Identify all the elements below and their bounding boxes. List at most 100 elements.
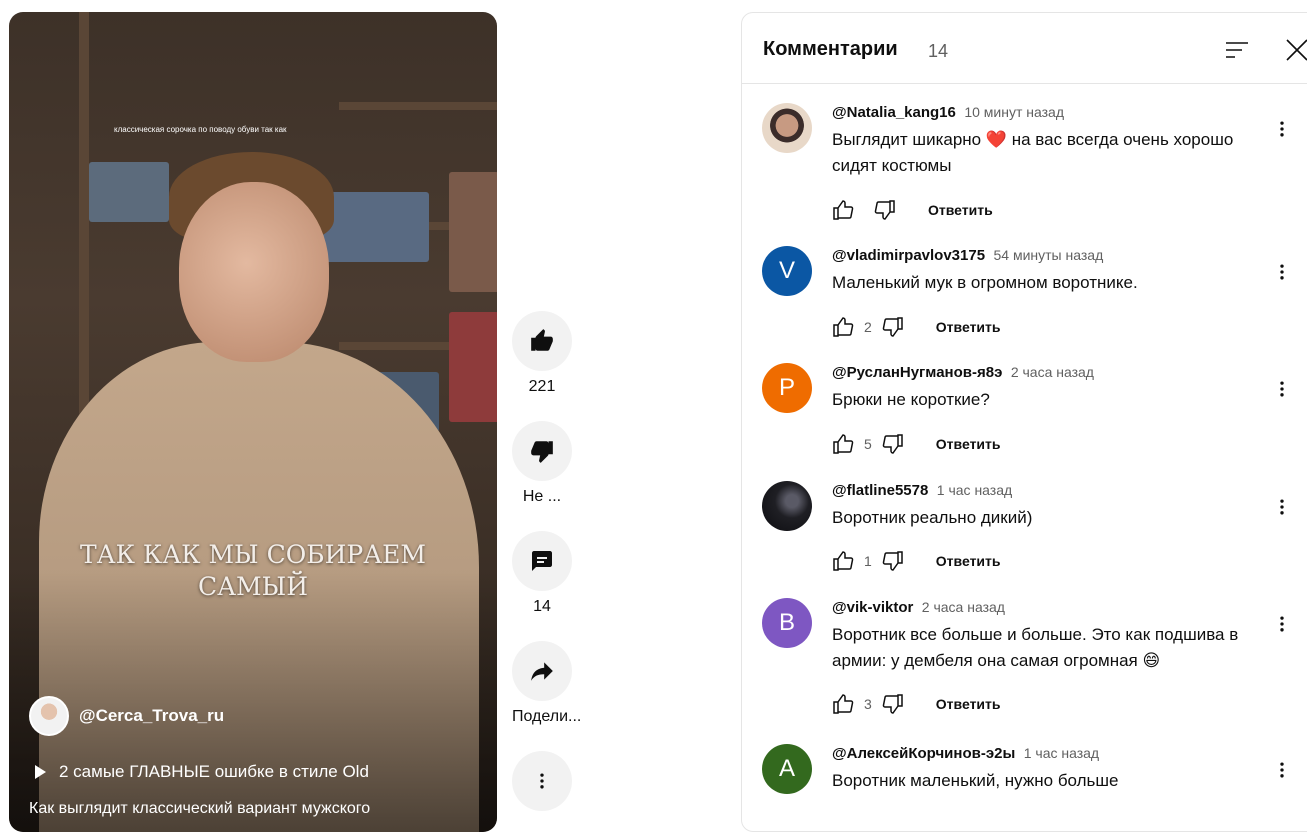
- folded-shirts: [449, 312, 497, 422]
- comment-more-button[interactable]: [1270, 260, 1294, 284]
- channel-name[interactable]: @Cerca_Trova_ru: [79, 706, 224, 726]
- comments-button[interactable]: [512, 531, 572, 591]
- avatar-letter: А: [778, 755, 795, 782]
- comments-header: Комментарии 14: [742, 13, 1307, 84]
- comment-like-button[interactable]: [830, 314, 856, 340]
- thumb-down-outline-icon: [882, 434, 903, 454]
- more-vert-icon: [1280, 762, 1284, 778]
- comment-author[interactable]: @vik-viktor: [832, 599, 913, 616]
- comment-reply-button[interactable]: Ответить: [936, 696, 1001, 712]
- comments-panel: Комментарии 14 @Natalia_kang16 10 минут …: [741, 12, 1307, 832]
- comment-dislike-button[interactable]: [872, 197, 898, 223]
- comments-action: 14: [512, 531, 572, 616]
- thumb-down-outline-icon: [874, 200, 895, 220]
- close-button[interactable]: [1282, 35, 1307, 65]
- like-button[interactable]: [512, 311, 572, 371]
- more-vert-icon: [1280, 381, 1284, 397]
- comment-text: Маленький мук в огромном воротнике.: [832, 273, 1138, 292]
- comment-like-count: 5: [864, 436, 872, 452]
- avatar-letter: V: [778, 257, 795, 284]
- comment-like-button[interactable]: [830, 548, 856, 574]
- comment-time[interactable]: 1 час назад: [937, 482, 1012, 498]
- comment-dislike-button[interactable]: [880, 691, 906, 717]
- playlist-link[interactable]: 2 самые ГЛАВНЫЕ ошибке в стиле Old: [35, 762, 369, 782]
- comment-author[interactable]: @vladimirpavlov3175: [832, 247, 985, 264]
- comment-author[interactable]: @АлексейКорчинов-э2ы: [832, 745, 1015, 762]
- comment-author-avatar[interactable]: [762, 481, 812, 531]
- comment-text: Брюки не короткие?: [832, 390, 990, 409]
- thumb-down-outline-icon: [882, 694, 903, 714]
- more-options-button[interactable]: [512, 751, 572, 811]
- more-vert-icon: [1280, 499, 1284, 515]
- like-action: 221: [512, 311, 572, 396]
- comment-author-avatar[interactable]: Р: [762, 363, 812, 413]
- comment-reply-button[interactable]: Ответить: [936, 319, 1001, 335]
- comment-author[interactable]: @Natalia_kang16: [832, 104, 956, 121]
- folded-shirts: [89, 162, 169, 222]
- background-shelf: [339, 102, 497, 110]
- comment-like-button[interactable]: [830, 197, 856, 223]
- channel-avatar[interactable]: [29, 696, 69, 736]
- dislike-label: Не ...: [522, 488, 562, 505]
- video-description[interactable]: Как выглядит классический вариант мужско…: [29, 800, 370, 818]
- comment-author[interactable]: @РусланНугманов-я8э: [832, 364, 1002, 381]
- shorts-video-player[interactable]: классическая сорочка по поводу обуви так…: [9, 12, 497, 832]
- comment-time[interactable]: 1 час назад: [1024, 745, 1099, 761]
- comment-time[interactable]: 2 часа назад: [922, 599, 1005, 615]
- comment-author-avatar[interactable]: В: [762, 598, 812, 648]
- more-vert-icon: [1280, 121, 1284, 137]
- thumb-up-outline-icon: [833, 317, 854, 337]
- comment-like-button[interactable]: [830, 431, 856, 457]
- person-face: [179, 182, 329, 362]
- comment-author[interactable]: @flatline5578: [832, 482, 928, 499]
- comments-title: Комментарии: [763, 38, 898, 60]
- more-vert-icon: [540, 773, 544, 789]
- comment-more-button[interactable]: [1270, 377, 1294, 401]
- avatar-letter: В: [778, 609, 795, 636]
- comment-dislike-button[interactable]: [880, 431, 906, 457]
- video-overlay-title: ТАК КАК МЫ СОБИРАЕМ САМЫЙ: [79, 540, 427, 601]
- comment-icon: [532, 551, 552, 571]
- avatar-letter: Р: [778, 374, 795, 401]
- thumb-up-icon: [531, 329, 553, 351]
- comment-text: Выглядит шикарно ❤️ на вас всегда очень …: [832, 130, 1234, 175]
- dislike-action: Не ...: [512, 421, 572, 506]
- more-vert-icon: [1280, 616, 1284, 632]
- thumb-down-outline-icon: [882, 317, 903, 337]
- comments-total: 14: [928, 41, 949, 61]
- sort-button[interactable]: [1224, 37, 1250, 63]
- share-button[interactable]: [512, 641, 572, 701]
- comment-like-count: 2: [864, 319, 872, 335]
- comment-author-avatar[interactable]: V: [762, 246, 812, 296]
- comment-text: Воротник все больше и больше. Это как по…: [832, 625, 1239, 670]
- close-icon: [1286, 39, 1307, 61]
- comment-author-avatar[interactable]: А: [762, 744, 812, 794]
- comment-text: Воротник реально дикий): [832, 508, 1033, 527]
- comment-dislike-button[interactable]: [880, 548, 906, 574]
- comment-text: Воротник маленький, нужно больше: [832, 771, 1119, 790]
- comment-like-count: 3: [864, 696, 872, 712]
- thumb-down-outline-icon: [882, 551, 903, 571]
- comment-reply-button[interactable]: Ответить: [936, 436, 1001, 452]
- comment-reply-button[interactable]: Ответить: [928, 202, 993, 218]
- comment-author-avatar[interactable]: [762, 103, 812, 153]
- dislike-button[interactable]: [512, 421, 572, 481]
- more-vert-icon: [1280, 264, 1284, 280]
- thumb-up-outline-icon: [833, 551, 854, 571]
- comment-like-button[interactable]: [830, 691, 856, 717]
- share-icon: [531, 662, 553, 681]
- comment-time[interactable]: 54 минуты назад: [994, 247, 1104, 263]
- playlist-title[interactable]: 2 самые ГЛАВНЫЕ ошибке в стиле Old: [59, 762, 369, 782]
- comment-dislike-button[interactable]: [880, 314, 906, 340]
- comment-more-button[interactable]: [1270, 117, 1294, 141]
- comment-reply-button[interactable]: Ответить: [936, 553, 1001, 569]
- comment-time[interactable]: 2 часа назад: [1011, 364, 1094, 380]
- comment-more-button[interactable]: [1270, 612, 1294, 636]
- thumb-up-outline-icon: [833, 200, 854, 220]
- comment-time[interactable]: 10 минут назад: [964, 104, 1064, 120]
- comment-more-button[interactable]: [1270, 495, 1294, 519]
- sort-icon: [1226, 42, 1248, 58]
- comment-more-button[interactable]: [1270, 758, 1294, 782]
- channel-info[interactable]: @Cerca_Trova_ru: [29, 696, 224, 736]
- comment-like-count: 1: [864, 553, 872, 569]
